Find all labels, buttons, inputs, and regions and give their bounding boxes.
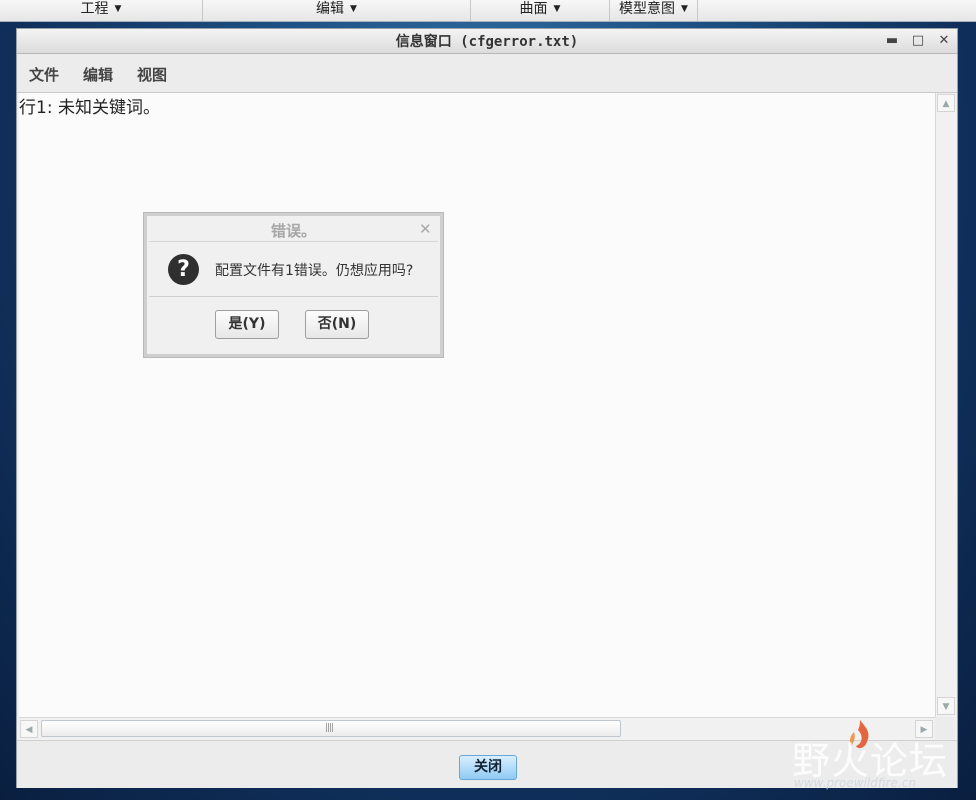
info-window: 信息窗口 (cfgerror.txt) ▬ □ ✕ 文件 编辑 视图 行1: 未… bbox=[16, 28, 958, 788]
menu-edit[interactable]: 编辑 bbox=[83, 64, 113, 85]
error-dialog: 错误。 ✕ ? 配置文件有1错误。仍想应用吗? 是(Y) 否(N) bbox=[144, 213, 443, 357]
no-button[interactable]: 否(N) bbox=[305, 310, 369, 339]
scroll-down-icon[interactable]: ▼ bbox=[937, 697, 955, 715]
text-content-area[interactable]: 行1: 未知关键词。 bbox=[19, 93, 935, 717]
top-menu-model-intent[interactable]: 模型意图 ▼ bbox=[610, 0, 698, 21]
top-menu-edit-label: 编辑 bbox=[316, 1, 345, 17]
close-button[interactable]: 关闭 bbox=[459, 755, 517, 780]
watermark-url: www.proewildfire.cn bbox=[794, 776, 916, 790]
caret-down-icon: ▼ bbox=[553, 4, 561, 14]
top-menu-model-intent-label: 模型意图 bbox=[619, 1, 676, 17]
caret-down-icon: ▼ bbox=[114, 4, 122, 14]
top-menu-edit[interactable]: 编辑 ▼ bbox=[203, 0, 471, 21]
maximize-icon[interactable]: □ bbox=[909, 32, 927, 50]
menu-file[interactable]: 文件 bbox=[29, 64, 59, 85]
divider bbox=[149, 241, 438, 242]
caret-down-icon: ▼ bbox=[350, 4, 357, 14]
scroll-left-icon[interactable]: ◀ bbox=[20, 720, 38, 738]
top-menu-project-label: 工程 bbox=[80, 1, 109, 17]
dialog-title: 错误。 bbox=[270, 222, 316, 240]
yes-button[interactable]: 是(Y) bbox=[215, 310, 279, 339]
question-icon: ? bbox=[168, 254, 199, 285]
top-menu-surface-label: 曲面 bbox=[519, 1, 548, 17]
title-bar[interactable]: 信息窗口 (cfgerror.txt) ▬ □ ✕ bbox=[17, 29, 957, 54]
menu-view[interactable]: 视图 bbox=[137, 64, 167, 85]
window-menubar: 文件 编辑 视图 bbox=[17, 54, 957, 93]
caret-down-icon: ▼ bbox=[681, 4, 688, 14]
error-line: 行1: 未知关键词。 bbox=[19, 98, 160, 118]
horizontal-scroll-thumb[interactable]: |||| bbox=[41, 720, 621, 737]
scroll-up-icon[interactable]: ▲ bbox=[937, 94, 955, 112]
window-title: 信息窗口 (cfgerror.txt) bbox=[395, 34, 579, 50]
dialog-close-icon[interactable]: ✕ bbox=[419, 220, 432, 238]
top-menubar: 工程 ▼ 编辑 ▼ 曲面 ▼ 模型意图 ▼ bbox=[0, 0, 976, 22]
dialog-message: 配置文件有1错误。仍想应用吗? bbox=[215, 263, 414, 279]
vertical-scrollbar[interactable]: ▲ ▼ bbox=[935, 93, 956, 717]
grip-icon: |||| bbox=[325, 723, 334, 733]
divider bbox=[149, 296, 438, 297]
minimize-icon[interactable]: ▬ bbox=[883, 32, 901, 50]
watermark: 野火论坛 www.proewildfire.cn bbox=[788, 718, 974, 798]
top-menu-surface[interactable]: 曲面 ▼ bbox=[471, 0, 610, 21]
top-menu-project[interactable]: 工程 ▼ bbox=[0, 0, 203, 21]
close-icon[interactable]: ✕ bbox=[935, 32, 953, 50]
